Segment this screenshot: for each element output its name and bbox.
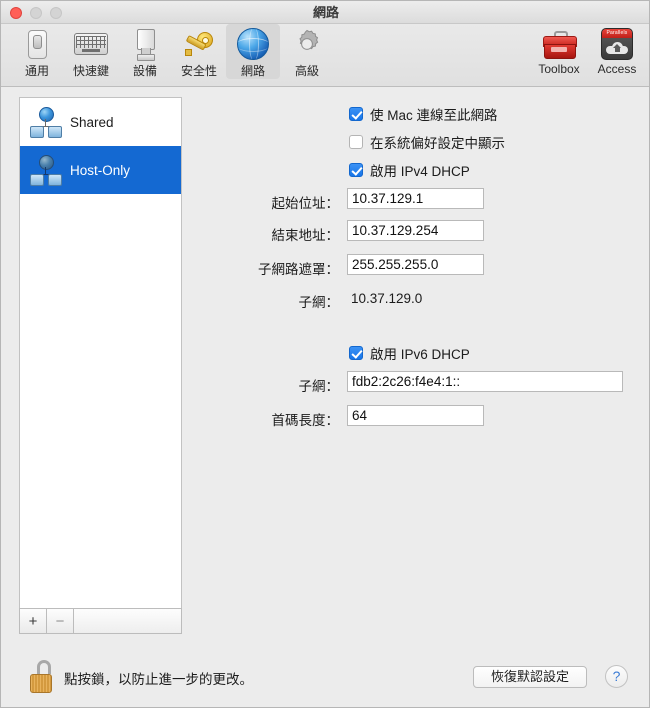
list-controls: + − — [19, 608, 182, 634]
preferences-window: 網路 通用 快速鍵 設備 安全性 網路 高級 Toolbox Parallels… — [0, 0, 650, 708]
toggle-switch-icon — [20, 27, 54, 61]
toolbar-item-general[interactable]: 通用 — [10, 24, 64, 79]
checkbox-enable-ipv4-dhcp-box[interactable] — [349, 163, 363, 177]
unlocked-padlock-icon[interactable] — [28, 660, 58, 694]
add-network-button[interactable]: + — [19, 608, 47, 634]
toolbar-item-network[interactable]: 網路 — [226, 24, 280, 79]
list-item-shared[interactable]: Shared — [20, 98, 181, 146]
label-start-address: 起始位址： — [271, 196, 340, 211]
network-icon — [30, 107, 62, 138]
toolbar-item-shortcuts-label: 快速鍵 — [72, 64, 109, 78]
toolbox-icon — [542, 27, 577, 61]
toolbar-item-devices[interactable]: 設備 — [118, 24, 172, 79]
checkbox-enable-ipv4-dhcp[interactable]: 啟用 IPv4 DHCP — [349, 160, 470, 180]
toolbar-item-toolbox[interactable]: Toolbox — [530, 24, 588, 76]
checkbox-enable-ipv6-dhcp[interactable]: 啟用 IPv6 DHCP — [349, 343, 470, 363]
toolbar-right-items: Toolbox Parallels Access — [530, 24, 646, 76]
network-icon — [30, 155, 62, 186]
toolbar: 通用 快速鍵 設備 安全性 網路 高級 Toolbox Parallels Ac… — [1, 24, 649, 87]
remove-network-button[interactable]: − — [46, 608, 74, 634]
toolbar-item-access-label: Access — [597, 62, 637, 76]
list-item-host-only[interactable]: Host-Only — [20, 146, 181, 194]
list-item-shared-label: Shared — [70, 114, 114, 130]
key-icon — [182, 27, 216, 61]
input-prefix-length[interactable]: 64 — [347, 405, 484, 426]
checkbox-connect-mac-box[interactable] — [349, 107, 363, 121]
network-list[interactable]: Shared Host-Only — [19, 97, 182, 634]
toolbar-item-access[interactable]: Parallels Access — [588, 24, 646, 76]
toolbar-item-advanced-label: 高級 — [294, 64, 319, 78]
minimize-button[interactable] — [30, 7, 42, 19]
label-subnet: 子網： — [298, 295, 340, 310]
toolbar-item-security[interactable]: 安全性 — [172, 24, 226, 79]
lock-message: 點按鎖，以防止進一步的更改。 — [64, 672, 253, 687]
toolbar-item-network-label: 網路 — [240, 64, 265, 78]
checkbox-enable-ipv6-dhcp-box[interactable] — [349, 346, 363, 360]
close-button[interactable] — [10, 7, 22, 19]
toolbar-item-advanced[interactable]: 高級 — [280, 24, 334, 79]
keyboard-icon — [74, 27, 108, 61]
zoom-button[interactable] — [50, 7, 62, 19]
label-end-address: 結束地址： — [271, 228, 340, 243]
input-start-address[interactable]: 10.37.129.1 — [347, 188, 484, 209]
window-title: 網路 — [312, 5, 339, 20]
list-item-host-only-label: Host-Only — [70, 162, 131, 178]
checkbox-connect-mac[interactable]: 使 Mac 連線至此網路 — [349, 104, 498, 124]
label-subnet-mask: 子網路遮罩： — [258, 262, 339, 277]
input-ipv6-subnet[interactable]: fdb2:2c26:f4e4:1:: — [347, 371, 623, 392]
label-prefix-length: 首碼長度： — [271, 413, 340, 428]
gear-icon — [290, 27, 324, 61]
checkbox-show-in-system-prefs[interactable]: 在系統偏好設定中顯示 — [349, 132, 505, 152]
checkbox-enable-ipv4-dhcp-label: 啟用 IPv4 DHCP — [370, 164, 470, 179]
checkbox-enable-ipv6-dhcp-label: 啟用 IPv6 DHCP — [370, 347, 470, 362]
access-cloud-house-icon: Parallels — [600, 27, 634, 61]
toolbar-item-security-label: 安全性 — [180, 64, 217, 78]
restore-defaults-button[interactable]: 恢復默認設定 — [473, 666, 587, 688]
checkbox-connect-mac-label: 使 Mac 連線至此網路 — [370, 108, 498, 123]
checkbox-show-in-system-prefs-box[interactable] — [349, 135, 363, 149]
checkbox-show-in-system-prefs-label: 在系統偏好設定中顯示 — [370, 136, 505, 151]
input-subnet-mask[interactable]: 255.255.255.0 — [347, 254, 484, 275]
value-subnet: 10.37.129.0 — [351, 291, 423, 306]
usb-device-icon — [128, 27, 162, 61]
toolbar-items: 通用 快速鍵 設備 安全性 網路 高級 — [10, 24, 334, 79]
traffic-lights — [10, 7, 62, 19]
toolbar-item-toolbox-label: Toolbox — [538, 62, 580, 76]
toolbar-item-general-label: 通用 — [24, 64, 49, 78]
label-ipv6-subnet: 子網： — [298, 379, 340, 394]
input-end-address[interactable]: 10.37.129.254 — [347, 220, 484, 241]
globe-icon — [236, 27, 270, 61]
list-controls-filler — [74, 608, 182, 634]
toolbar-item-devices-label: 設備 — [132, 64, 157, 78]
toolbar-item-shortcuts[interactable]: 快速鍵 — [64, 24, 118, 79]
title-bar: 網路 — [1, 1, 649, 24]
help-button[interactable]: ? — [605, 665, 628, 688]
